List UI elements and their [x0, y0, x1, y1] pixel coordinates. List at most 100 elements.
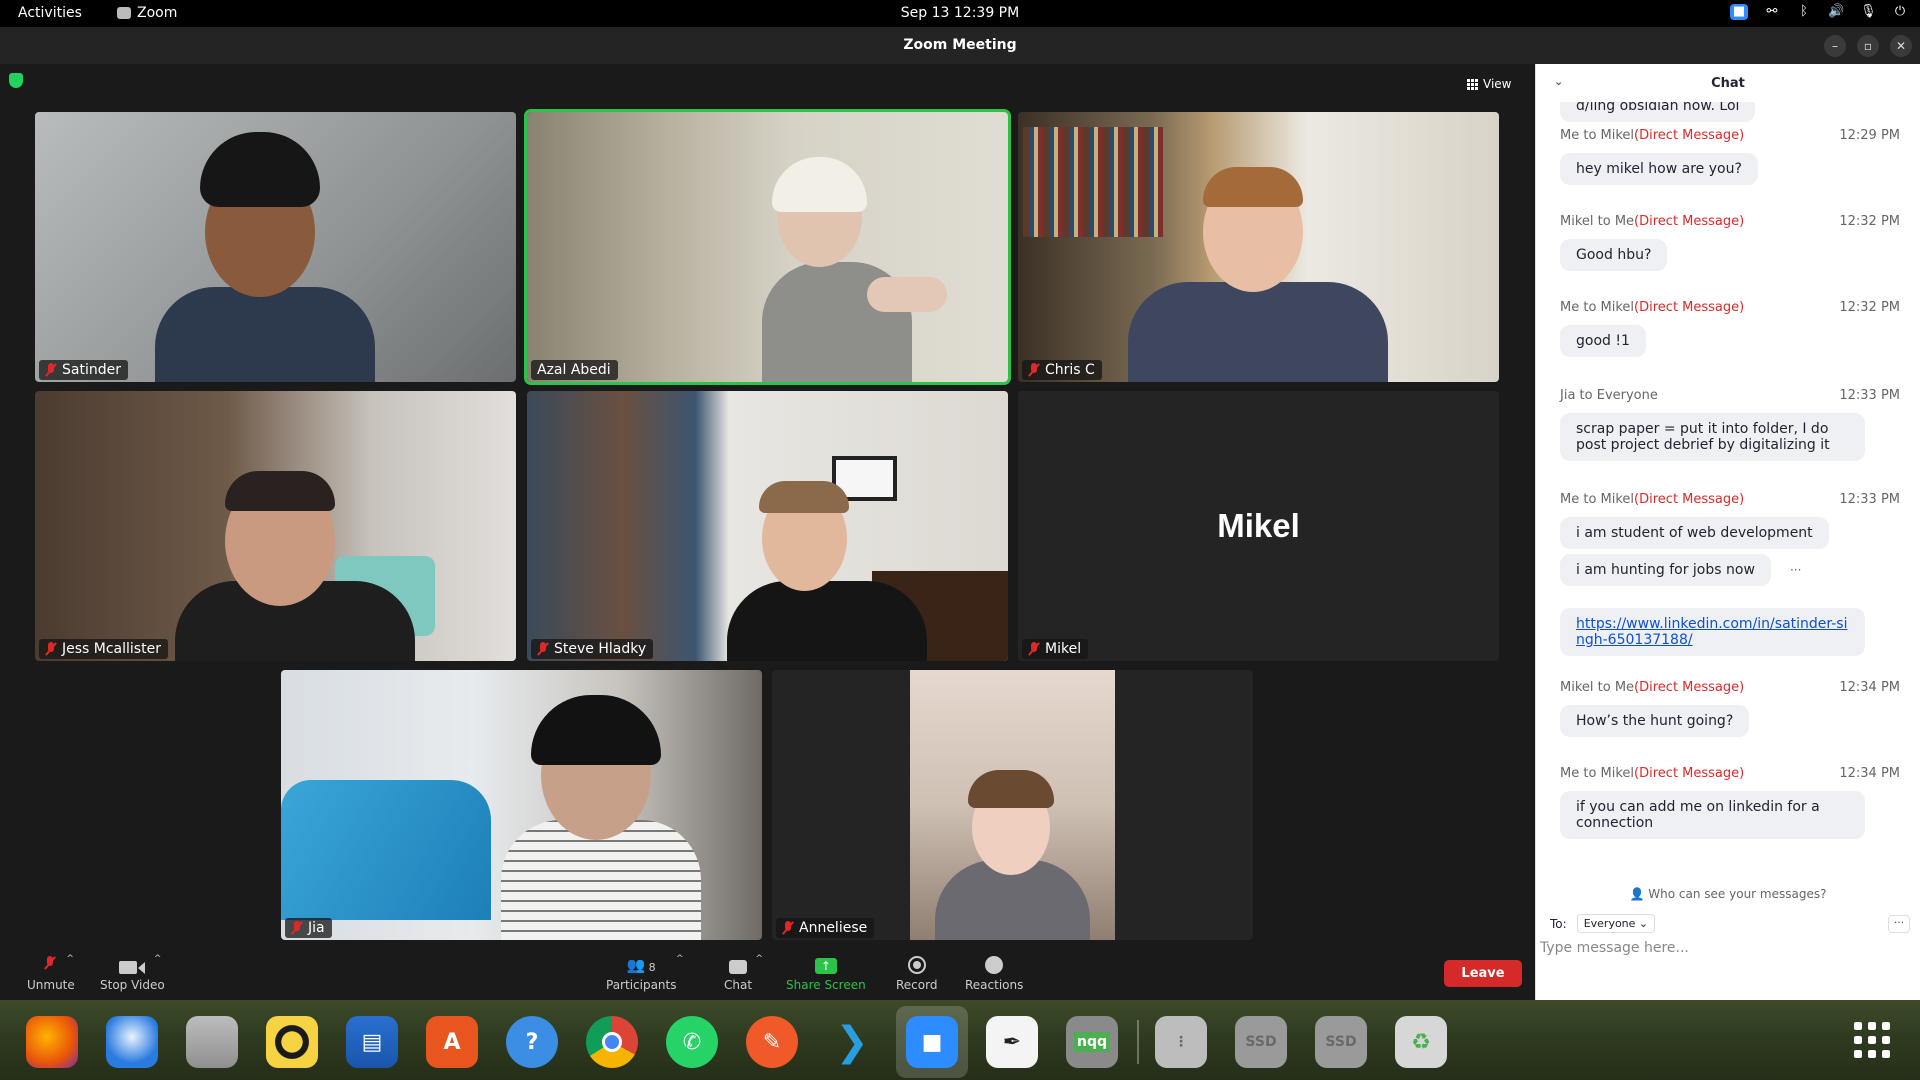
- pen-app-icon[interactable]: ✎: [746, 1016, 798, 1068]
- message-time: 12:34 PM: [1839, 680, 1900, 695]
- message-link[interactable]: https://www.linkedin.com/in/satinder-sin…: [1560, 608, 1865, 656]
- whatsapp-icon[interactable]: ✆: [666, 1016, 718, 1068]
- software-center-icon[interactable]: A: [426, 1016, 478, 1068]
- network-icon[interactable]: ⚯: [1764, 4, 1780, 20]
- message-bubble[interactable]: i am hunting for jobs now: [1560, 554, 1771, 586]
- app-menu[interactable]: Zoom: [117, 5, 177, 21]
- participant-name: Jia: [308, 920, 325, 936]
- message-bubble[interactable]: hey mikel how are you?: [1560, 153, 1758, 185]
- muted-mic-icon: [291, 921, 303, 935]
- unmute-caret-icon[interactable]: ^: [66, 954, 74, 964]
- volume-icon[interactable]: 🔊: [1828, 4, 1844, 20]
- zoom-tray-icon[interactable]: ■: [1730, 4, 1748, 20]
- message-more-options-icon[interactable]: ···: [1790, 563, 1801, 577]
- ssd-icon[interactable]: SSD: [1235, 1016, 1287, 1068]
- view-button[interactable]: View: [1467, 77, 1511, 91]
- drive-icon[interactable]: ⋮: [1155, 1016, 1207, 1068]
- share-screen-button[interactable]: ↑ Share Screen: [786, 954, 866, 992]
- nqq-icon[interactable]: nqq: [1066, 1016, 1118, 1068]
- message-time: 12:33 PM: [1839, 492, 1900, 507]
- video-tile-chris-c[interactable]: Chris C: [1018, 112, 1499, 382]
- firefox-icon[interactable]: [26, 1016, 78, 1068]
- zoom-icon[interactable]: ■: [906, 1016, 958, 1068]
- chat-button[interactable]: ^ Chat: [724, 954, 763, 992]
- video-tile-steve-hladky[interactable]: Steve Hladky: [527, 391, 1008, 661]
- bluetooth-icon[interactable]: ᛒ: [1796, 4, 1812, 20]
- message-meta: Me to Mikel (Direct Message) 12:29 PM: [1560, 128, 1900, 143]
- system-tray[interactable]: ■ ⚯ ᛒ 🔊 🎙 ⏻: [1730, 4, 1908, 20]
- chat-message-input[interactable]: [1540, 940, 1910, 956]
- video-caret-icon[interactable]: ^: [154, 954, 162, 964]
- reactions-button[interactable]: Reactions: [965, 954, 1023, 992]
- writer-icon[interactable]: ▤: [346, 1016, 398, 1068]
- recipient-dropdown[interactable]: Everyone ⌄: [1576, 914, 1656, 933]
- who-can-see-link[interactable]: 👤 Who can see your messages?: [1536, 887, 1920, 901]
- dock-separator: [1137, 1020, 1139, 1064]
- files-icon[interactable]: [186, 1016, 238, 1068]
- message-time: 12:33 PM: [1839, 388, 1900, 403]
- recipient-row: To: Everyone ⌄ ···: [1550, 914, 1910, 933]
- message-bubble[interactable]: How’s the hunt going?: [1560, 705, 1750, 737]
- app-menu-label: Zoom: [137, 5, 178, 21]
- video-tile-jia[interactable]: Jia: [281, 670, 762, 940]
- muted-mic-icon: ^: [44, 954, 74, 974]
- ssd-icon-2[interactable]: SSD: [1315, 1016, 1367, 1068]
- inkscape-icon[interactable]: ✒: [986, 1016, 1038, 1068]
- chat-caret-icon[interactable]: ^: [755, 954, 763, 964]
- muted-mic-icon: [1028, 363, 1040, 377]
- activities-button[interactable]: Activities: [18, 5, 82, 21]
- video-tile-satinder[interactable]: Satinder: [35, 112, 516, 382]
- message-bubble[interactable]: d/ling obsidian now. Lol: [1560, 102, 1756, 122]
- chrome-icon[interactable]: [586, 1016, 638, 1068]
- message-bubble[interactable]: Good hbu?: [1560, 239, 1668, 271]
- show-applications-icon[interactable]: [1854, 1022, 1890, 1058]
- chat-message: Jia to Everyone 12:33 PM scrap paper = p…: [1560, 388, 1900, 461]
- maximize-button[interactable]: ▫: [1857, 35, 1879, 57]
- chat-message: Mikel to Me (Direct Message) 12:34 PM How…: [1560, 680, 1900, 737]
- participants-caret-icon[interactable]: ^: [676, 954, 684, 964]
- to-label: To:: [1550, 916, 1567, 931]
- microphone-icon[interactable]: 🎙: [1860, 4, 1877, 20]
- muted-mic-icon: [537, 642, 549, 656]
- video-tile-mikel[interactable]: Mikel Mikel: [1018, 391, 1499, 661]
- participants-button[interactable]: 👥 8 ^ Participants: [606, 954, 684, 992]
- unmute-button[interactable]: ^ Unmute: [27, 954, 75, 992]
- video-camera-icon: ^: [119, 954, 161, 974]
- clock[interactable]: Sep 13 12:39 PM: [0, 5, 1920, 21]
- leave-button[interactable]: Leave: [1444, 960, 1522, 987]
- trash-icon[interactable]: ♻: [1395, 1016, 1447, 1068]
- chat-message: Me to Mikel (Direct Message) 12:33 PM i a…: [1560, 492, 1900, 549]
- close-button[interactable]: ✕: [1890, 35, 1912, 57]
- message-time: 12:34 PM: [1839, 766, 1900, 781]
- chat-message-list[interactable]: d/ling obsidian now. Lol Me to Mikel (Dir…: [1536, 102, 1920, 882]
- message-time: 12:29 PM: [1839, 128, 1900, 143]
- stop-video-button[interactable]: ^ Stop Video: [100, 954, 165, 992]
- message-bubble[interactable]: scrap paper = put it into folder, I do p…: [1560, 413, 1865, 461]
- direct-message-tag: (Direct Message): [1634, 214, 1745, 229]
- message-bubble[interactable]: good !1: [1560, 325, 1646, 357]
- message-sender: Mikel to Me: [1560, 680, 1635, 695]
- video-tile-anneliese[interactable]: Anneliese: [772, 670, 1253, 940]
- security-shield-icon[interactable]: [9, 73, 23, 88]
- thunderbird-icon[interactable]: [106, 1016, 158, 1068]
- direct-message-tag: (Direct Message): [1634, 680, 1745, 695]
- help-icon[interactable]: ?: [506, 1016, 558, 1068]
- share-screen-icon: ↑: [814, 958, 837, 974]
- record-button[interactable]: Record: [896, 954, 937, 992]
- message-meta: Mikel to Me (Direct Message) 12:32 PM: [1560, 214, 1900, 229]
- minimize-button[interactable]: –: [1824, 35, 1846, 57]
- vscode-icon[interactable]: ❯: [826, 1016, 878, 1068]
- message-bubble[interactable]: if you can add me on linkedin for a conn…: [1560, 791, 1865, 839]
- power-icon[interactable]: ⏻: [1892, 4, 1908, 20]
- rhythmbox-icon[interactable]: [266, 1016, 318, 1068]
- video-tile-azal-abedi[interactable]: Azal Abedi: [524, 109, 1011, 385]
- participant-name: Jess Mcallister: [62, 641, 161, 657]
- unmute-label: Unmute: [27, 978, 75, 992]
- chat-message: d/ling obsidian now. Lol: [1560, 102, 1900, 122]
- video-tile-jess-mcallister[interactable]: Jess Mcallister: [35, 391, 516, 661]
- record-label: Record: [896, 978, 938, 992]
- participant-display-name: Mikel: [1217, 507, 1300, 544]
- record-icon: [907, 956, 926, 974]
- chat-more-options-button[interactable]: ···: [1888, 914, 1910, 933]
- participant-name: Azal Abedi: [537, 362, 611, 378]
